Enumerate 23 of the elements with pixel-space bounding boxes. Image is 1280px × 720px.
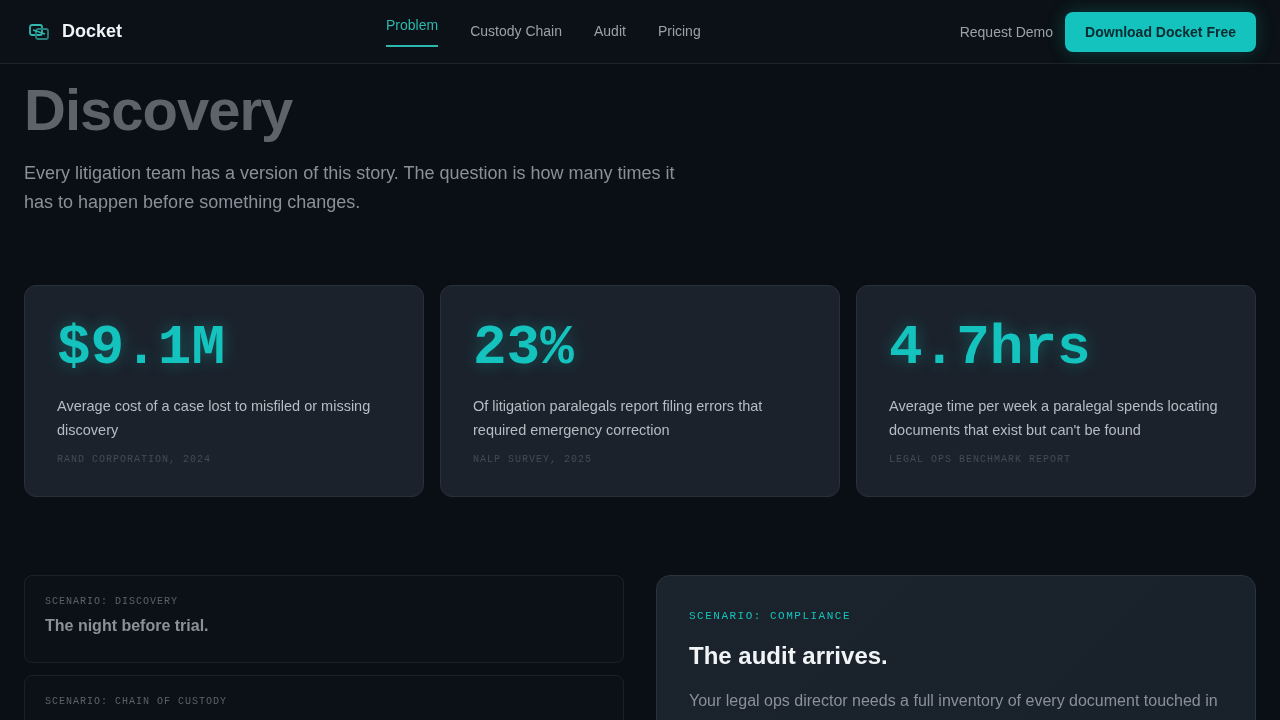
- nav-link[interactable]: Custody Chain: [470, 16, 562, 47]
- scenario-title: The audit arrives.: [689, 642, 888, 670]
- logo-icon: [28, 21, 50, 42]
- scenario-card[interactable]: SCENARIO: DISCOVERY The night before trial.: [24, 575, 624, 663]
- stat-description: Of litigation paralegals report filing errors that required emergency correction: [473, 397, 764, 440]
- hero-title: Discovery: [24, 79, 293, 141]
- request-demo-link[interactable]: Request Demo: [959, 23, 1054, 40]
- stat-value: 23%: [473, 316, 574, 380]
- stat-value: 4.7hrs: [889, 316, 1091, 380]
- nav-link[interactable]: Pricing: [657, 16, 701, 47]
- scenario-label: SCENARIO: CHAIN OF CUSTODY: [45, 696, 228, 707]
- stat-description: Average cost of a case lost to misfiled or missing discovery: [57, 397, 372, 440]
- stat-value: $9.1M: [57, 316, 226, 380]
- download-button[interactable]: Download Docket Free: [1065, 11, 1256, 52]
- nav-link[interactable]: Problem: [386, 10, 439, 47]
- brand-name[interactable]: Docket: [62, 21, 123, 42]
- scenario-label: SCENARIO: COMPLIANCE: [689, 610, 852, 622]
- scenario-label: SCENARIO: DISCOVERY: [45, 596, 179, 607]
- scenario-text: Your legal ops director needs a full inventory of every document touched in: [689, 691, 1218, 711]
- intro-text: Every litigation team has a version of this story. The question is how many times it has to happen before something changes.: [24, 162, 676, 214]
- scenario-title: The night before trial.: [45, 617, 209, 635]
- stat-description: Average time per week a paralegal spends locating documents that exist but can't be found: [889, 397, 1219, 440]
- nav-link[interactable]: Audit: [593, 16, 626, 47]
